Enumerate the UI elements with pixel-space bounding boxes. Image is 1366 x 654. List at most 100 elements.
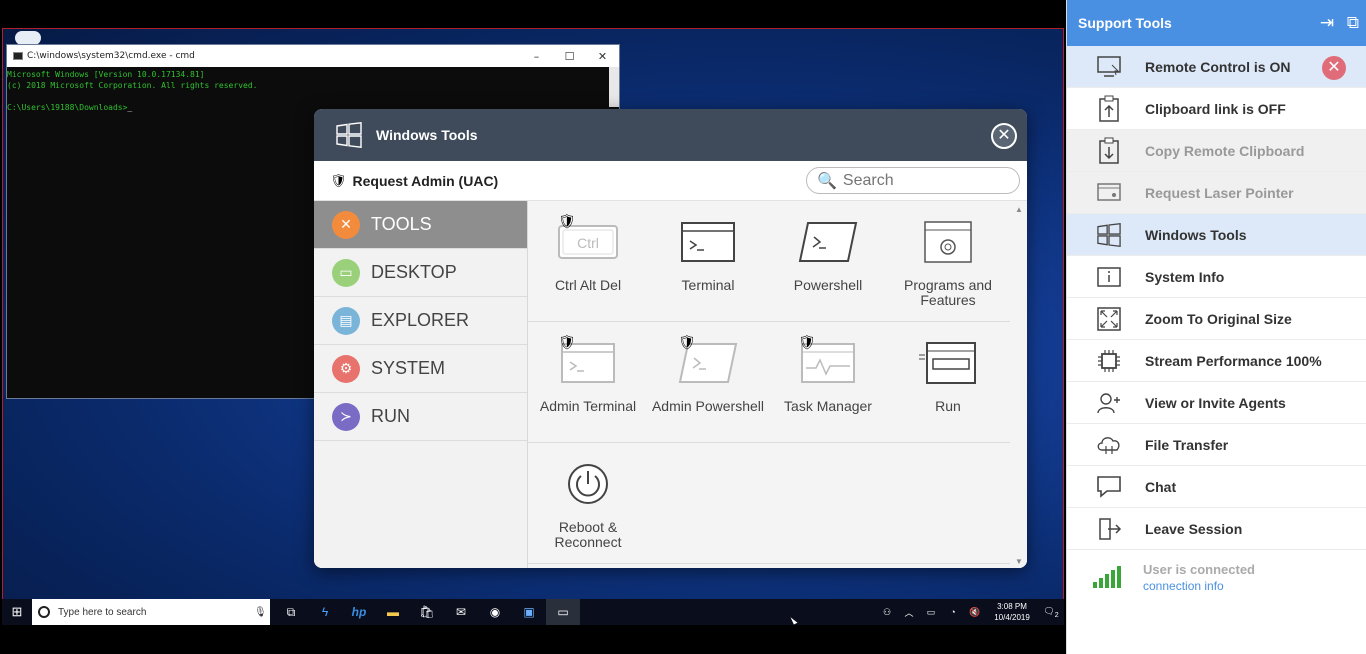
clock[interactable]: 3:08 PM 10/4/2019 <box>986 601 1038 623</box>
tools-search[interactable]: 🔍 <box>806 167 1020 194</box>
tools-icon: ✕ <box>332 210 360 239</box>
tool-programs-features[interactable]: Programs and Features <box>888 201 1008 321</box>
desktop-shortcut-icon[interactable] <box>15 31 41 45</box>
cmd-titlebar[interactable]: C:\windows\system32\cmd.exe - cmd – ☐ ✕ <box>7 45 619 67</box>
chat-item[interactable]: Chat <box>1067 466 1366 508</box>
minimize-button[interactable]: – <box>520 50 553 63</box>
connection-info-link[interactable]: connection info <box>1143 579 1255 593</box>
scroll-up-icon[interactable]: ▲ <box>1015 205 1023 214</box>
tools-search-input[interactable] <box>842 171 1013 190</box>
maximize-button[interactable]: ☐ <box>553 50 586 63</box>
search-icon: 🔍 <box>817 172 837 190</box>
panel-header: Support Tools ⇥ ⧉ <box>1067 0 1366 46</box>
category-desktop[interactable]: ▭ DESKTOP <box>314 249 527 297</box>
chrome-icon[interactable]: ◉ <box>478 599 512 625</box>
system-info-item[interactable]: System Info <box>1067 256 1366 298</box>
chevron-up-icon[interactable]: ︿ <box>898 606 920 619</box>
tools-scrollbar[interactable]: ▲ ▼ <box>1011 201 1027 568</box>
mail-icon[interactable]: ✉ <box>444 599 478 625</box>
close-button[interactable]: ✕ <box>586 50 619 63</box>
leave-session-item[interactable]: Leave Session <box>1067 508 1366 550</box>
remote-control-toggle[interactable]: Remote Control is ON ✕ <box>1067 46 1366 88</box>
run-window-icon <box>916 338 980 388</box>
menu-label: Remote Control is ON <box>1145 58 1291 75</box>
laser-pointer-icon <box>1095 179 1123 207</box>
menu-label: System Info <box>1145 268 1225 285</box>
dialog-title: Windows Tools <box>376 127 478 143</box>
windows-tools-dialog: Windows Tools ✕ 🛡 Request Admin (UAC) 🔍 … <box>314 109 1027 568</box>
copy-remote-clipboard[interactable]: Copy Remote Clipboard <box>1067 130 1366 172</box>
task-view-icon[interactable]: ⧉ <box>274 599 308 625</box>
cmd-output[interactable]: Microsoft Windows [Version 10.0.17134.81… <box>7 67 619 113</box>
network-icon[interactable]: ◔ <box>942 607 964 617</box>
menu-label: Zoom To Original Size <box>1145 310 1292 327</box>
cmd-scrollbar[interactable] <box>609 67 619 107</box>
cmd-line: Microsoft Windows [Version 10.0.17134.81… <box>7 70 205 79</box>
tool-admin-powershell[interactable]: 🛡 Admin Powershell <box>648 322 768 442</box>
arrow-right-icon[interactable]: ⇥ <box>1314 13 1340 33</box>
power-icon <box>556 459 620 509</box>
store-icon[interactable]: 🛍 <box>410 599 444 625</box>
cmd-line: (c) 2018 Microsoft Corporation. All righ… <box>7 81 258 90</box>
hp-icon[interactable]: hp <box>342 599 376 625</box>
tool-run[interactable]: Run <box>888 322 1008 442</box>
tool-label: Admin Terminal <box>539 398 637 414</box>
cmd-taskbar-icon[interactable]: ▭ <box>546 599 580 625</box>
category-run[interactable]: ≻ RUN <box>314 393 527 441</box>
request-admin-button[interactable]: Request Admin (UAC) <box>353 173 499 189</box>
signal-strength-icon <box>1093 566 1123 588</box>
start-button[interactable]: ⊞ <box>2 604 32 620</box>
windows-tools-item[interactable]: Windows Tools <box>1067 214 1366 256</box>
scroll-down-icon[interactable]: ▼ <box>1015 557 1023 566</box>
tools-grid: Ctrl 🛡 Ctrl Alt Del Terminal Powershell … <box>528 201 1027 568</box>
tool-task-manager[interactable]: 🛡 Task Manager <box>768 322 888 442</box>
category-system[interactable]: ⚙ SYSTEM <box>314 345 527 393</box>
people-icon[interactable]: ⚇ <box>876 607 898 618</box>
category-explorer[interactable]: ▤ EXPLORER <box>314 297 527 345</box>
clock-date: 10/4/2019 <box>994 613 1030 622</box>
tool-powershell[interactable]: Powershell <box>768 201 888 321</box>
admin-powershell-icon: 🛡 <box>676 334 740 388</box>
tool-label: Admin Powershell <box>651 398 765 414</box>
battery-icon[interactable]: ▭ <box>920 607 942 618</box>
uac-shield-icon: 🛡 <box>558 334 576 350</box>
file-transfer-item[interactable]: File Transfer <box>1067 424 1366 466</box>
remote-control-icon <box>1095 53 1123 81</box>
menu-label: Windows Tools <box>1145 226 1247 243</box>
invite-agents-item[interactable]: View or Invite Agents <box>1067 382 1366 424</box>
ctrl-key-text: Ctrl <box>577 235 599 251</box>
photos-icon[interactable]: ▣ <box>512 599 546 625</box>
menu-label: Clipboard link is OFF <box>1145 100 1286 117</box>
category-label: SYSTEM <box>371 358 446 378</box>
clipboard-download-icon <box>1095 137 1123 165</box>
explorer-icon: ▤ <box>332 306 360 335</box>
request-laser-pointer[interactable]: Request Laser Pointer <box>1067 172 1366 214</box>
programs-gear-icon <box>916 217 980 267</box>
popout-window-icon[interactable]: ⧉ <box>1340 13 1366 33</box>
clipboard-link-toggle[interactable]: Clipboard link is OFF <box>1067 88 1366 130</box>
tool-admin-terminal[interactable]: 🛡 Admin Terminal <box>528 322 648 442</box>
volume-muted-icon[interactable]: 🔇 <box>964 607 986 618</box>
tool-ctrl-alt-del[interactable]: Ctrl 🛡 Ctrl Alt Del <box>528 201 648 321</box>
taskbar-search[interactable]: Type here to search 🎙 <box>32 599 270 625</box>
panel-title: Support Tools <box>1078 15 1172 31</box>
cloud-transfer-icon <box>1095 431 1123 459</box>
connection-status: User is connected connection info <box>1067 550 1366 593</box>
stream-performance-item[interactable]: Stream Performance 100% <box>1067 340 1366 382</box>
notification-icon[interactable]: 🗨2 <box>1038 606 1064 619</box>
connectwise-icon[interactable]: ϟ <box>308 599 342 625</box>
category-tools[interactable]: ✕ TOOLS <box>314 201 527 249</box>
close-icon[interactable]: ✕ <box>1322 56 1346 80</box>
keyboard-ctrl-icon: Ctrl 🛡 <box>556 213 620 267</box>
uac-shield-icon: 🛡 <box>558 213 576 229</box>
zoom-original-size-item[interactable]: Zoom To Original Size <box>1067 298 1366 340</box>
windows-logo-icon <box>1095 221 1123 249</box>
close-dialog-button[interactable]: ✕ <box>991 123 1017 149</box>
powershell-icon <box>796 217 860 267</box>
microphone-icon[interactable]: 🎙 <box>254 607 270 618</box>
file-explorer-icon[interactable]: ▬ <box>376 599 410 625</box>
menu-label: Stream Performance 100% <box>1145 352 1322 369</box>
uac-shield-icon: 🛡 <box>678 334 696 350</box>
tool-terminal[interactable]: Terminal <box>648 201 768 321</box>
tool-reboot-reconnect[interactable]: Reboot & Reconnect <box>528 443 648 563</box>
